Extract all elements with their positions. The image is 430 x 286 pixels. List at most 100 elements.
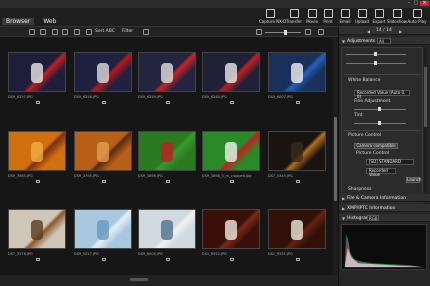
tint-knob[interactable]	[378, 121, 381, 125]
adjustments-header[interactable]: ▼ Adjustments All	[339, 37, 430, 45]
adjust-preset-dropdown[interactable]: All	[377, 38, 391, 44]
photo-subject	[291, 63, 303, 83]
photo-thumbnail[interactable]	[138, 52, 196, 92]
close-button[interactable]: ×	[420, 1, 429, 6]
window-titlebar: – □ ×	[0, 0, 430, 8]
collapse-arrow-icon: ▼	[342, 39, 346, 44]
photo-thumbnail[interactable]	[268, 131, 326, 171]
recorded-value-select[interactable]: Recorded Value	[366, 168, 396, 177]
grid-view-icon[interactable]	[29, 29, 35, 35]
slideshow-icon	[392, 9, 402, 18]
photo-thumbnail[interactable]	[138, 209, 196, 249]
xmp-iptc-header[interactable]: ▶ XMP/IPTC Information	[339, 204, 430, 212]
thumbnail-caption: DS7_3376.JPG	[8, 252, 33, 256]
launch-button[interactable]: Launch	[406, 177, 421, 183]
view-mode-icon[interactable]	[318, 29, 324, 35]
fine-adjustment-knob[interactable]	[378, 107, 381, 111]
maximize-button[interactable]: □	[413, 1, 419, 6]
photo-thumbnail[interactable]	[202, 209, 260, 249]
expand-arrow-icon: ▶	[342, 206, 346, 211]
print-icon	[323, 9, 333, 18]
panel-scrollbar-knob[interactable]	[424, 67, 427, 127]
thumbnail-caption: DS9_6005.JPG	[138, 252, 163, 256]
file-type-icon	[102, 258, 106, 261]
photo-thumbnail[interactable]	[268, 209, 326, 249]
panel-scrollbar[interactable]	[424, 47, 427, 211]
photo-thumbnail[interactable]	[74, 131, 132, 171]
tag-icon[interactable]	[86, 29, 92, 35]
photo-thumbnail[interactable]	[202, 52, 260, 92]
histogram-mode-dropdown[interactable]: RGB	[367, 215, 379, 221]
file-type-icon	[166, 101, 170, 104]
zoom-in-icon[interactable]	[305, 29, 311, 35]
label-icon[interactable]	[74, 29, 80, 35]
contrast-knob[interactable]	[374, 61, 377, 65]
scrollbar-knob[interactable]	[334, 117, 337, 201]
tint-label: Tint	[354, 113, 363, 118]
thumbnail-caption: DS1_9551.JPG	[268, 252, 293, 256]
adjustments-pane: White Balance Recorded Value (Auto 0, 0)…	[341, 47, 423, 211]
zoom-out-icon[interactable]	[256, 29, 262, 35]
thumbnail-caption: DS9_6259.JPG	[138, 95, 163, 99]
menu-tabs: Browser Web	[2, 18, 60, 25]
photo-subject	[291, 142, 303, 162]
white-balance-select[interactable]: Recorded Value (Auto 0, 0)	[354, 90, 410, 99]
minimize-button[interactable]: –	[406, 1, 412, 6]
file-type-icon	[296, 180, 300, 183]
autoplay-button[interactable]: Auto Play	[406, 9, 428, 26]
thumbnail-caption: DS9_5017.JPG	[74, 252, 99, 256]
rotate-left-icon[interactable]	[52, 29, 58, 35]
filter-menu[interactable]: Filter	[122, 29, 133, 34]
histogram-header[interactable]: ▼ Histogram RGB	[339, 214, 430, 222]
photo-subject	[31, 220, 43, 240]
file-type-icon	[296, 101, 300, 104]
slideshow-button[interactable]: Slideshow	[386, 9, 408, 26]
collapse-arrow-icon: ▼	[342, 216, 346, 221]
photo-thumbnail[interactable]	[268, 52, 326, 92]
capture-nxd-button[interactable]: Capture NX-D	[259, 9, 286, 26]
file-type-icon	[102, 180, 106, 183]
navigation-header: ◀ 14 / 14 ▶	[339, 27, 430, 35]
prev-arrow-icon[interactable]: ◀	[367, 29, 370, 34]
photo-subject	[225, 220, 237, 240]
file-camera-header[interactable]: ▶ File & Camera Information	[339, 194, 430, 202]
zoom-slider-knob[interactable]	[284, 30, 287, 35]
tab-browser[interactable]: Browser	[2, 18, 35, 25]
photo-thumbnail[interactable]	[8, 52, 66, 92]
camera-compatible-button[interactable]: Camera compatible	[354, 143, 398, 149]
tab-web[interactable]: Web	[39, 18, 60, 25]
white-balance-label: White Balance	[348, 78, 381, 83]
thumbnail-zoom-slider[interactable]	[265, 32, 301, 33]
file-type-icon	[230, 258, 234, 261]
rotate-right-icon[interactable]	[62, 29, 68, 35]
thumbnail-caption: DS9_6260.JPG	[202, 95, 227, 99]
exposure-knob[interactable]	[374, 52, 377, 56]
thumbnail-caption: DS9_3985.JPG	[8, 174, 33, 178]
thumbnail-caption: DS9_6258.JPG	[74, 95, 99, 99]
export-icon	[374, 9, 384, 18]
photo-subject	[97, 220, 109, 240]
photo-thumbnail[interactable]	[74, 209, 132, 249]
histogram-chart	[341, 224, 427, 270]
sort-menu[interactable]: Sort ABC	[95, 29, 115, 34]
photo-thumbnail[interactable]	[138, 131, 196, 171]
browser-toolbar: Sort ABC Filter	[0, 27, 338, 37]
thumbnail-caption: DS1_9552.JPG	[202, 252, 227, 256]
photo-subject	[31, 63, 43, 83]
thumbnail-view-icon[interactable]	[40, 29, 46, 35]
file-type-icon	[36, 258, 40, 261]
warning-icon[interactable]	[143, 29, 149, 35]
photo-subject	[291, 220, 303, 240]
file-type-icon	[102, 101, 106, 104]
photo-thumbnail[interactable]	[202, 131, 260, 171]
resize-handle[interactable]	[130, 278, 148, 281]
photo-thumbnail[interactable]	[74, 52, 132, 92]
photo-thumbnail[interactable]	[8, 131, 66, 171]
file-type-icon	[166, 180, 170, 183]
photo-thumbnail[interactable]	[8, 209, 66, 249]
status-bar	[0, 275, 338, 286]
photo-subject	[225, 142, 237, 162]
next-arrow-icon[interactable]: ▶	[399, 29, 402, 34]
picture-control-select[interactable]: [SD] STANDARD	[366, 159, 414, 165]
right-panel: ◀ 14 / 14 ▶ ▼ Adjustments All White Bala…	[338, 27, 430, 286]
